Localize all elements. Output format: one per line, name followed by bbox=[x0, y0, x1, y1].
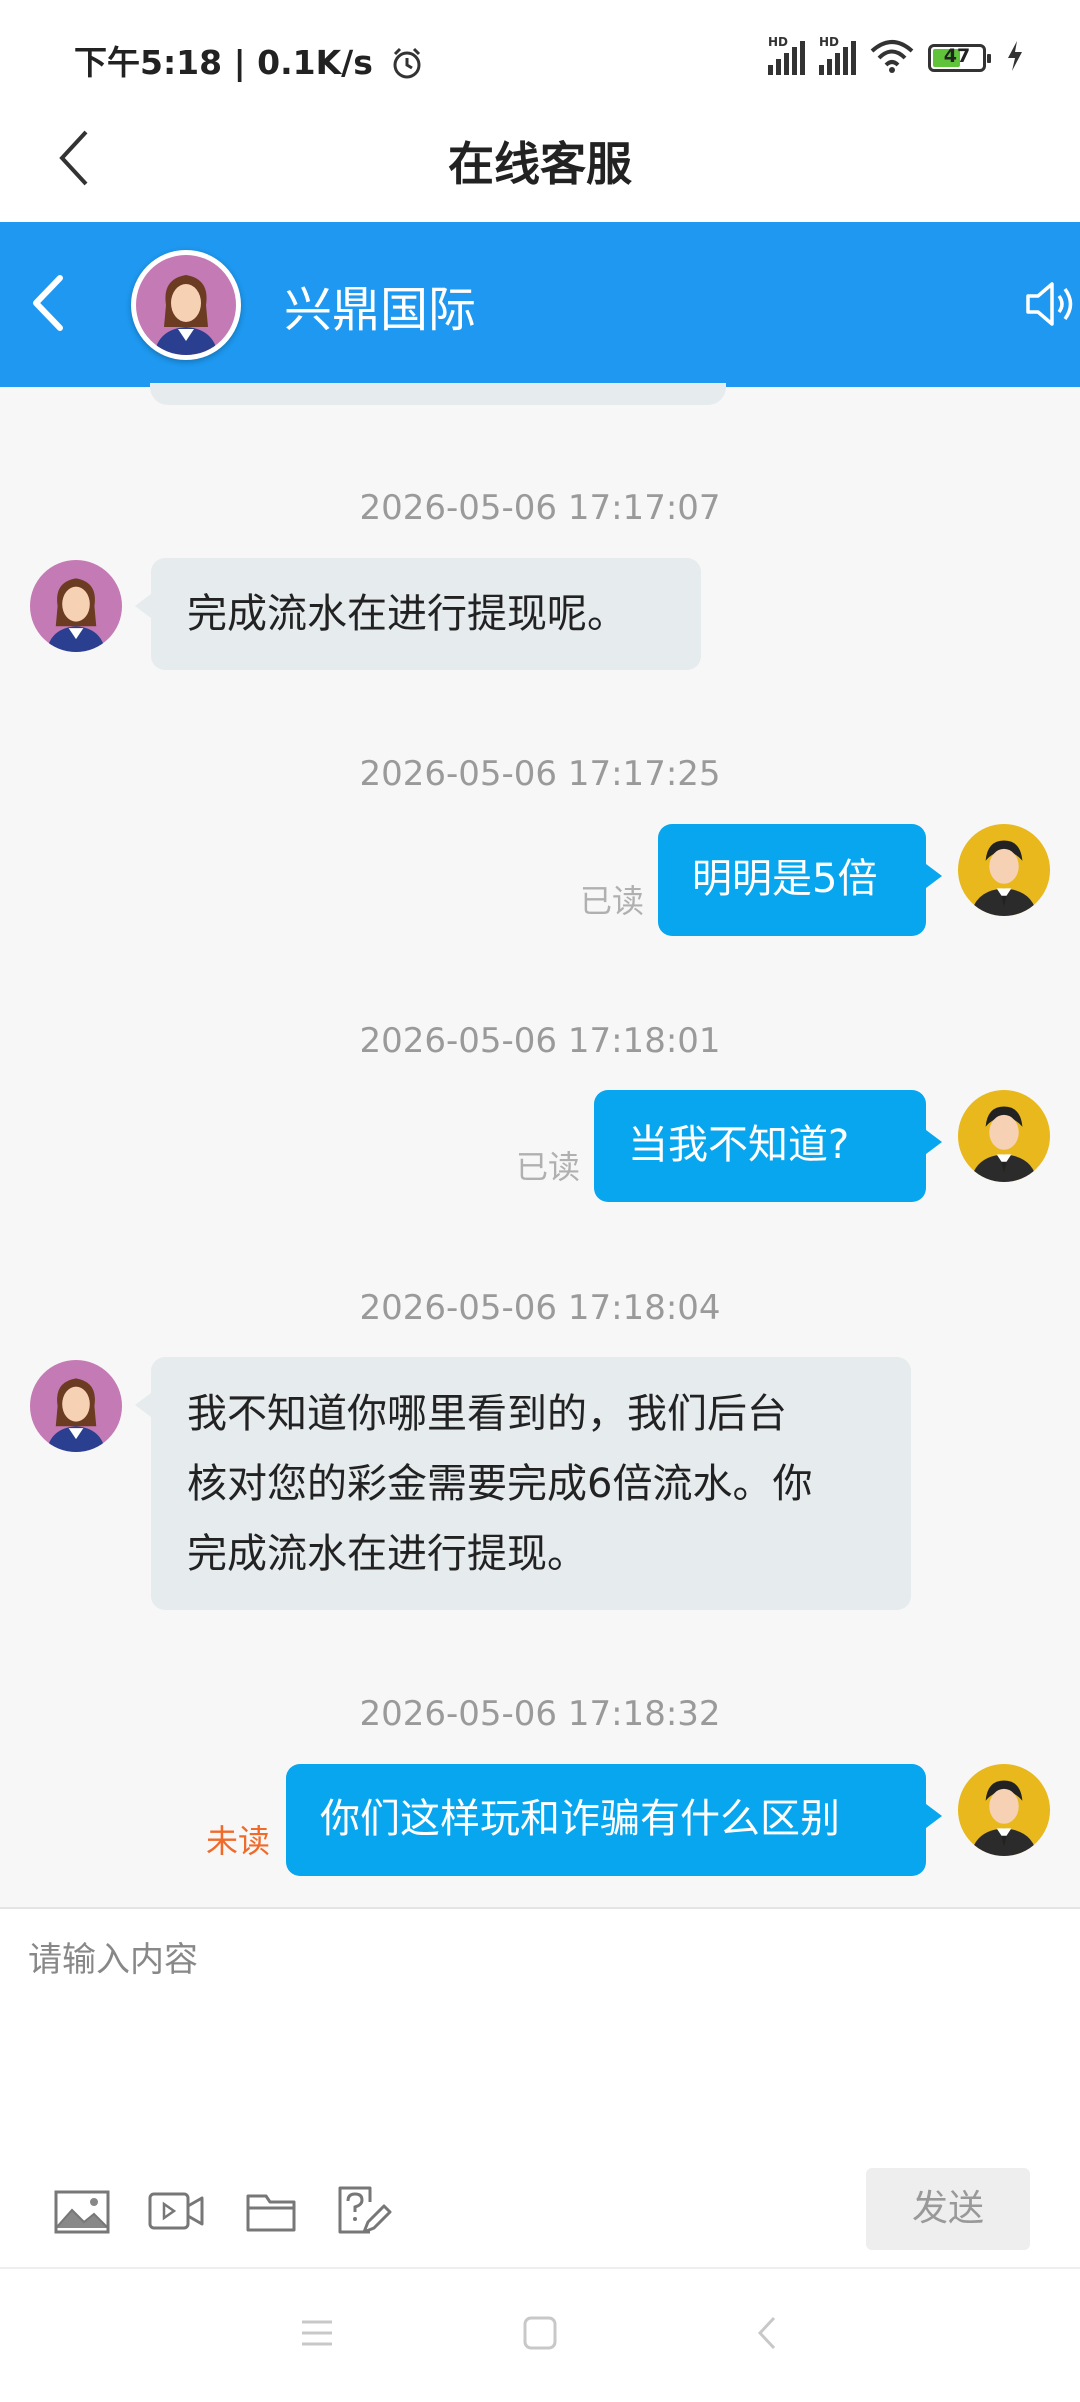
agent-avatar-icon bbox=[136, 255, 236, 355]
question-edit-icon bbox=[338, 2186, 392, 2234]
unread-status: 未读 bbox=[206, 1822, 271, 1860]
message-bubble-user: 当我不知道? bbox=[594, 1090, 942, 1202]
folder-button[interactable] bbox=[242, 2184, 302, 2236]
signal-hd-icon: HD bbox=[819, 35, 856, 75]
agent-avatar bbox=[131, 250, 241, 360]
chat-back-button[interactable] bbox=[28, 272, 68, 334]
agent-avatar-icon bbox=[30, 1360, 122, 1452]
message-text-line: 我不知道你哪里看到的，我们后台 bbox=[187, 1391, 787, 1437]
read-status: 已读 bbox=[580, 882, 645, 920]
message-text: 完成流水在进行提现呢。 bbox=[187, 591, 627, 637]
status-icons: HD HD 47 bbox=[768, 35, 1024, 80]
message-text-line: 核对您的彩金需要完成6倍流水。你 bbox=[187, 1461, 813, 1507]
speaker-button[interactable] bbox=[1024, 276, 1074, 332]
message-text: 明明是5倍 bbox=[692, 856, 878, 902]
battery-level: 47 bbox=[943, 45, 971, 67]
message-timestamp: 2026-05-06 17:18:01 bbox=[359, 1021, 721, 1061]
agent-name: 兴鼎国际 bbox=[284, 282, 477, 338]
signal-hd-icon: HD bbox=[768, 35, 805, 75]
menu-icon[interactable] bbox=[298, 2316, 336, 2354]
wifi-icon bbox=[870, 39, 914, 77]
status-time: 下午5:18 | 0.1K/s bbox=[74, 36, 424, 88]
user-avatar bbox=[958, 1764, 1050, 1856]
speaker-icon bbox=[1026, 282, 1073, 326]
message-text-line: 完成流水在进行提现。 bbox=[187, 1531, 587, 1577]
back-icon[interactable] bbox=[752, 2314, 782, 2356]
agent-avatar bbox=[30, 560, 122, 652]
video-icon bbox=[148, 2192, 204, 2230]
message-timestamp: 2026-05-06 17:18:04 bbox=[359, 1288, 721, 1328]
message-timestamp: 2026-05-06 17:18:32 bbox=[359, 1694, 721, 1734]
message-text: 当我不知道? bbox=[628, 1122, 850, 1168]
chevron-left-icon bbox=[33, 275, 63, 331]
page-title: 在线客服 bbox=[448, 137, 632, 191]
user-avatar-icon bbox=[958, 824, 1050, 916]
user-avatar-icon bbox=[958, 1764, 1050, 1856]
message-timestamp: 2026-05-06 17:17:25 bbox=[359, 754, 721, 794]
home-icon[interactable] bbox=[521, 2314, 559, 2356]
agent-avatar bbox=[30, 1360, 122, 1452]
message-bubble-user: 明明是5倍 bbox=[658, 824, 942, 936]
alarm-icon bbox=[390, 46, 424, 88]
send-button[interactable]: 发送 bbox=[866, 2168, 1030, 2250]
image-button[interactable] bbox=[52, 2184, 112, 2236]
message-input[interactable]: 请输入内容 bbox=[28, 1932, 198, 1981]
message-text: 你们这样玩和诈骗有什么区别 bbox=[320, 1796, 840, 1842]
message-bubble-agent: 我不知道你哪里看到的，我们后台 核对您的彩金需要完成6倍流水。你 完成流水在进行… bbox=[135, 1357, 911, 1610]
question-edit-button[interactable] bbox=[334, 2184, 394, 2236]
message-bubble-user: 你们这样玩和诈骗有什么区别 bbox=[286, 1764, 942, 1876]
message-bubble-agent: 完成流水在进行提现呢。 bbox=[135, 558, 701, 670]
battery-icon: 47 bbox=[928, 44, 991, 72]
video-button[interactable] bbox=[146, 2184, 206, 2236]
user-avatar-icon bbox=[958, 1090, 1050, 1182]
image-icon bbox=[54, 2190, 110, 2234]
status-time-speed: 下午5:18 | 0.1K/s bbox=[74, 43, 373, 82]
message-timestamp: 2026-05-06 17:17:07 bbox=[359, 488, 721, 528]
charging-icon bbox=[1006, 41, 1024, 75]
agent-avatar-icon bbox=[30, 560, 122, 652]
folder-icon bbox=[246, 2194, 296, 2232]
user-avatar bbox=[958, 1090, 1050, 1182]
partial-message-bubble bbox=[150, 383, 726, 405]
user-avatar bbox=[958, 824, 1050, 916]
read-status: 已读 bbox=[516, 1148, 581, 1186]
